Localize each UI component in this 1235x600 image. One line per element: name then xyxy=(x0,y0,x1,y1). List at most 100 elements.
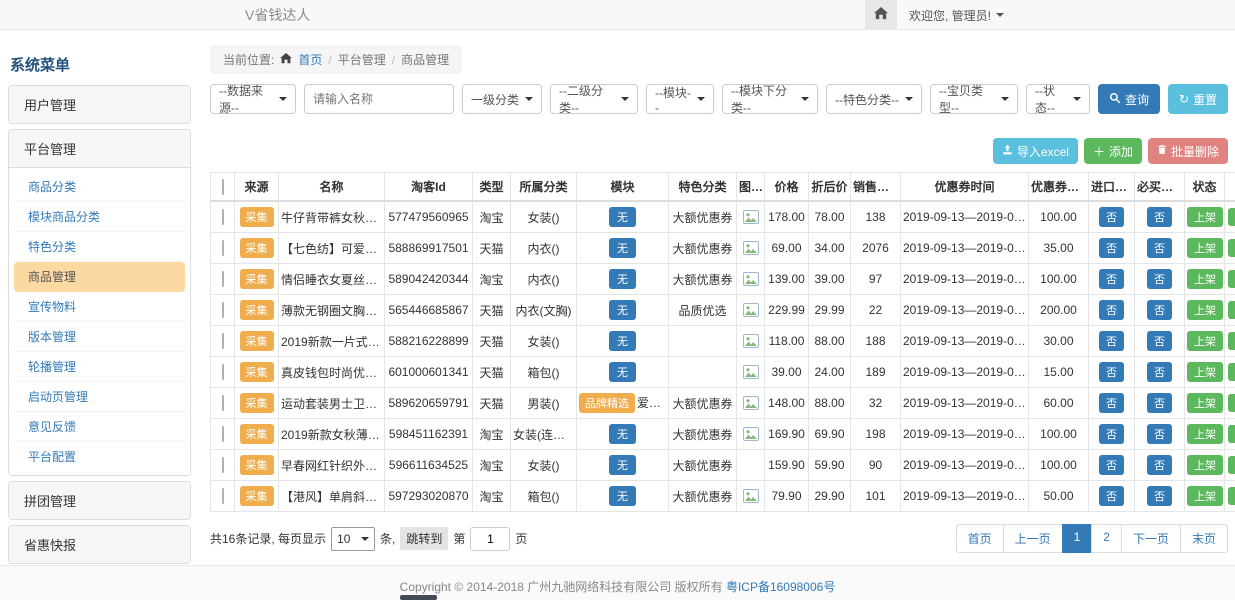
jump-to-button[interactable]: 跳转到 xyxy=(400,527,448,550)
page-number-input[interactable] xyxy=(470,527,510,551)
add-button[interactable]: ＋ 添加 xyxy=(1084,138,1142,164)
pager-button[interactable]: 下一页 xyxy=(1121,524,1181,553)
edit-button[interactable] xyxy=(1228,332,1235,350)
pager-button[interactable]: 2 xyxy=(1091,524,1122,553)
filter-select[interactable]: --特色分类-- xyxy=(826,84,922,114)
row-checkbox[interactable] xyxy=(222,209,224,225)
row-checkbox[interactable] xyxy=(222,240,224,256)
batch-delete-button[interactable]: 批量删除 xyxy=(1148,138,1228,164)
type-cell: 天猫 xyxy=(473,295,511,326)
per-page-select[interactable]: 10 xyxy=(331,527,375,551)
sidebar-group-header[interactable]: 平台管理 xyxy=(9,130,190,167)
edit-button[interactable] xyxy=(1228,239,1235,257)
icp-link[interactable]: 粤ICP备16098006号 xyxy=(726,580,835,594)
must-buy-toggle[interactable]: 否 xyxy=(1147,393,1172,413)
edit-button[interactable] xyxy=(1228,301,1235,319)
sidebar-group-header[interactable]: 拼团管理 xyxy=(9,482,190,519)
import-select-toggle[interactable]: 否 xyxy=(1099,300,1124,320)
search-button[interactable]: 查询 xyxy=(1098,84,1160,114)
status-cell: 上架 xyxy=(1185,357,1225,388)
status-toggle[interactable]: 上架 xyxy=(1187,331,1223,351)
must-buy-toggle[interactable]: 否 xyxy=(1147,238,1172,258)
edit-button[interactable] xyxy=(1228,487,1235,505)
status-toggle[interactable]: 上架 xyxy=(1187,393,1223,413)
sidebar-item[interactable]: 商品管理 xyxy=(14,262,185,292)
reset-button[interactable]: ↻ 重置 xyxy=(1168,84,1228,114)
status-toggle[interactable]: 上架 xyxy=(1187,238,1223,258)
home-button[interactable] xyxy=(865,0,897,30)
select-all-checkbox[interactable] xyxy=(222,179,224,195)
sidebar-item[interactable]: 平台配置 xyxy=(14,442,185,471)
import-select-toggle[interactable]: 否 xyxy=(1099,393,1124,413)
must-buy-toggle[interactable]: 否 xyxy=(1147,331,1172,351)
edit-button[interactable] xyxy=(1228,425,1235,443)
import-select-toggle[interactable]: 否 xyxy=(1099,269,1124,289)
status-toggle[interactable]: 上架 xyxy=(1187,486,1223,506)
filter-select[interactable]: 一级分类 xyxy=(462,84,542,114)
filter-select[interactable]: --模块下分类-- xyxy=(722,84,818,114)
filter-select[interactable]: --模块-- xyxy=(646,84,714,114)
import-select-toggle[interactable]: 否 xyxy=(1099,455,1124,475)
row-select-cell xyxy=(211,264,235,295)
sidebar-item[interactable]: 商品分类 xyxy=(14,172,185,202)
horizontal-scrollbar-thumb[interactable] xyxy=(400,595,437,600)
must-buy-toggle[interactable]: 否 xyxy=(1147,300,1172,320)
row-checkbox[interactable] xyxy=(222,333,224,349)
pager-button[interactable]: 首页 xyxy=(956,524,1004,553)
sales-cell: 198 xyxy=(851,419,901,450)
sidebar-item[interactable]: 意见反馈 xyxy=(14,412,185,442)
sidebar-item[interactable]: 轮播管理 xyxy=(14,352,185,382)
row-checkbox[interactable] xyxy=(222,271,224,287)
must-buy-toggle[interactable]: 否 xyxy=(1147,362,1172,382)
must-buy-toggle[interactable]: 否 xyxy=(1147,207,1172,227)
import-select-toggle[interactable]: 否 xyxy=(1099,238,1124,258)
must-buy-toggle[interactable]: 否 xyxy=(1147,424,1172,444)
user-menu[interactable]: 欢迎您, 管理员! xyxy=(897,0,1016,30)
import-select-toggle[interactable]: 否 xyxy=(1099,362,1124,382)
import-select-toggle[interactable]: 否 xyxy=(1099,331,1124,351)
coupon-time-cell: 2019-09-13—2019-09-17 xyxy=(901,450,1029,481)
row-checkbox[interactable] xyxy=(222,488,224,504)
row-checkbox[interactable] xyxy=(222,302,224,318)
edit-button[interactable] xyxy=(1228,270,1235,288)
status-toggle[interactable]: 上架 xyxy=(1187,424,1223,444)
must-buy-toggle[interactable]: 否 xyxy=(1147,269,1172,289)
edit-button[interactable] xyxy=(1228,394,1235,412)
sidebar-item[interactable]: 宣传物料 xyxy=(14,292,185,322)
filter-select[interactable]: --二级分类-- xyxy=(550,84,638,114)
status-toggle[interactable]: 上架 xyxy=(1187,269,1223,289)
breadcrumb-home-link[interactable]: 首页 xyxy=(298,51,322,68)
sidebar-item[interactable]: 模块商品分类 xyxy=(14,202,185,232)
status-toggle[interactable]: 上架 xyxy=(1187,300,1223,320)
pager-button[interactable]: 末页 xyxy=(1180,524,1228,553)
must-buy-toggle[interactable]: 否 xyxy=(1147,486,1172,506)
status-toggle[interactable]: 上架 xyxy=(1187,207,1223,227)
sidebar-group-header[interactable]: 用户管理 xyxy=(9,86,190,123)
edit-button[interactable] xyxy=(1228,456,1235,474)
status-toggle[interactable]: 上架 xyxy=(1187,362,1223,382)
edit-button[interactable] xyxy=(1228,363,1235,381)
footer: Copyright © 2014-2018 广州九驰网络科技有限公司 版权所有 … xyxy=(0,565,1235,600)
pager-button[interactable]: 上一页 xyxy=(1003,524,1063,553)
sidebar-item[interactable]: 版本管理 xyxy=(14,322,185,352)
row-checkbox[interactable] xyxy=(222,426,224,442)
filter-select[interactable]: --状态-- xyxy=(1026,84,1090,114)
name-search-input[interactable] xyxy=(304,84,454,114)
module-none-badge: 无 xyxy=(609,300,636,320)
sidebar-item[interactable]: 启动页管理 xyxy=(14,382,185,412)
filter-select[interactable]: --数据来源-- xyxy=(210,84,296,114)
import-excel-button[interactable]: 导入excel xyxy=(993,138,1078,164)
row-checkbox[interactable] xyxy=(222,364,224,380)
import-select-toggle[interactable]: 否 xyxy=(1099,486,1124,506)
row-checkbox[interactable] xyxy=(222,395,224,411)
sidebar-item[interactable]: 特色分类 xyxy=(14,232,185,262)
import-select-toggle[interactable]: 否 xyxy=(1099,424,1124,444)
status-toggle[interactable]: 上架 xyxy=(1187,455,1223,475)
must-buy-toggle[interactable]: 否 xyxy=(1147,455,1172,475)
filter-select[interactable]: --宝贝类型-- xyxy=(930,84,1018,114)
row-checkbox[interactable] xyxy=(222,457,224,473)
import-select-toggle[interactable]: 否 xyxy=(1099,207,1124,227)
edit-button[interactable] xyxy=(1228,208,1235,226)
pager-button[interactable]: 1 xyxy=(1062,524,1093,553)
sidebar-group-header[interactable]: 省惠快报 xyxy=(9,526,190,563)
